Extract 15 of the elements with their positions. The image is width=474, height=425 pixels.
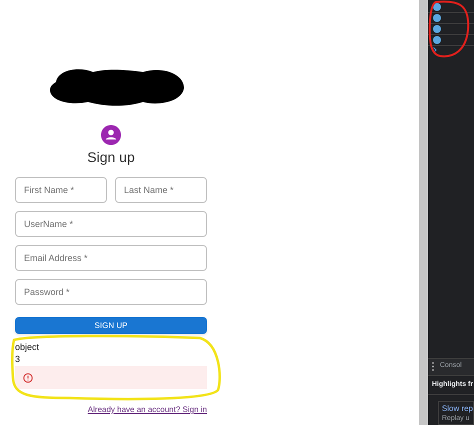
debug-text: object bbox=[15, 341, 40, 353]
card-title: Slow rep bbox=[442, 404, 473, 414]
error-icon bbox=[23, 372, 33, 382]
debug-text: 3 bbox=[15, 353, 22, 365]
text-field[interactable]: Last Name * bbox=[115, 177, 207, 203]
sign-up-button[interactable]: SIGN UP bbox=[15, 317, 207, 334]
more-icon[interactable] bbox=[432, 362, 434, 371]
text-field[interactable]: Password * bbox=[15, 279, 207, 305]
person-icon bbox=[101, 125, 121, 145]
sign-in-link[interactable]: Already have an account? Sign in bbox=[88, 404, 207, 416]
form-title: Sign up bbox=[87, 148, 135, 166]
prompt-chevron-icon bbox=[432, 47, 437, 53]
text-field[interactable]: Email Address * bbox=[15, 245, 207, 271]
text-field[interactable]: First Name * bbox=[15, 177, 107, 203]
text-field[interactable]: UserName * bbox=[15, 211, 207, 237]
